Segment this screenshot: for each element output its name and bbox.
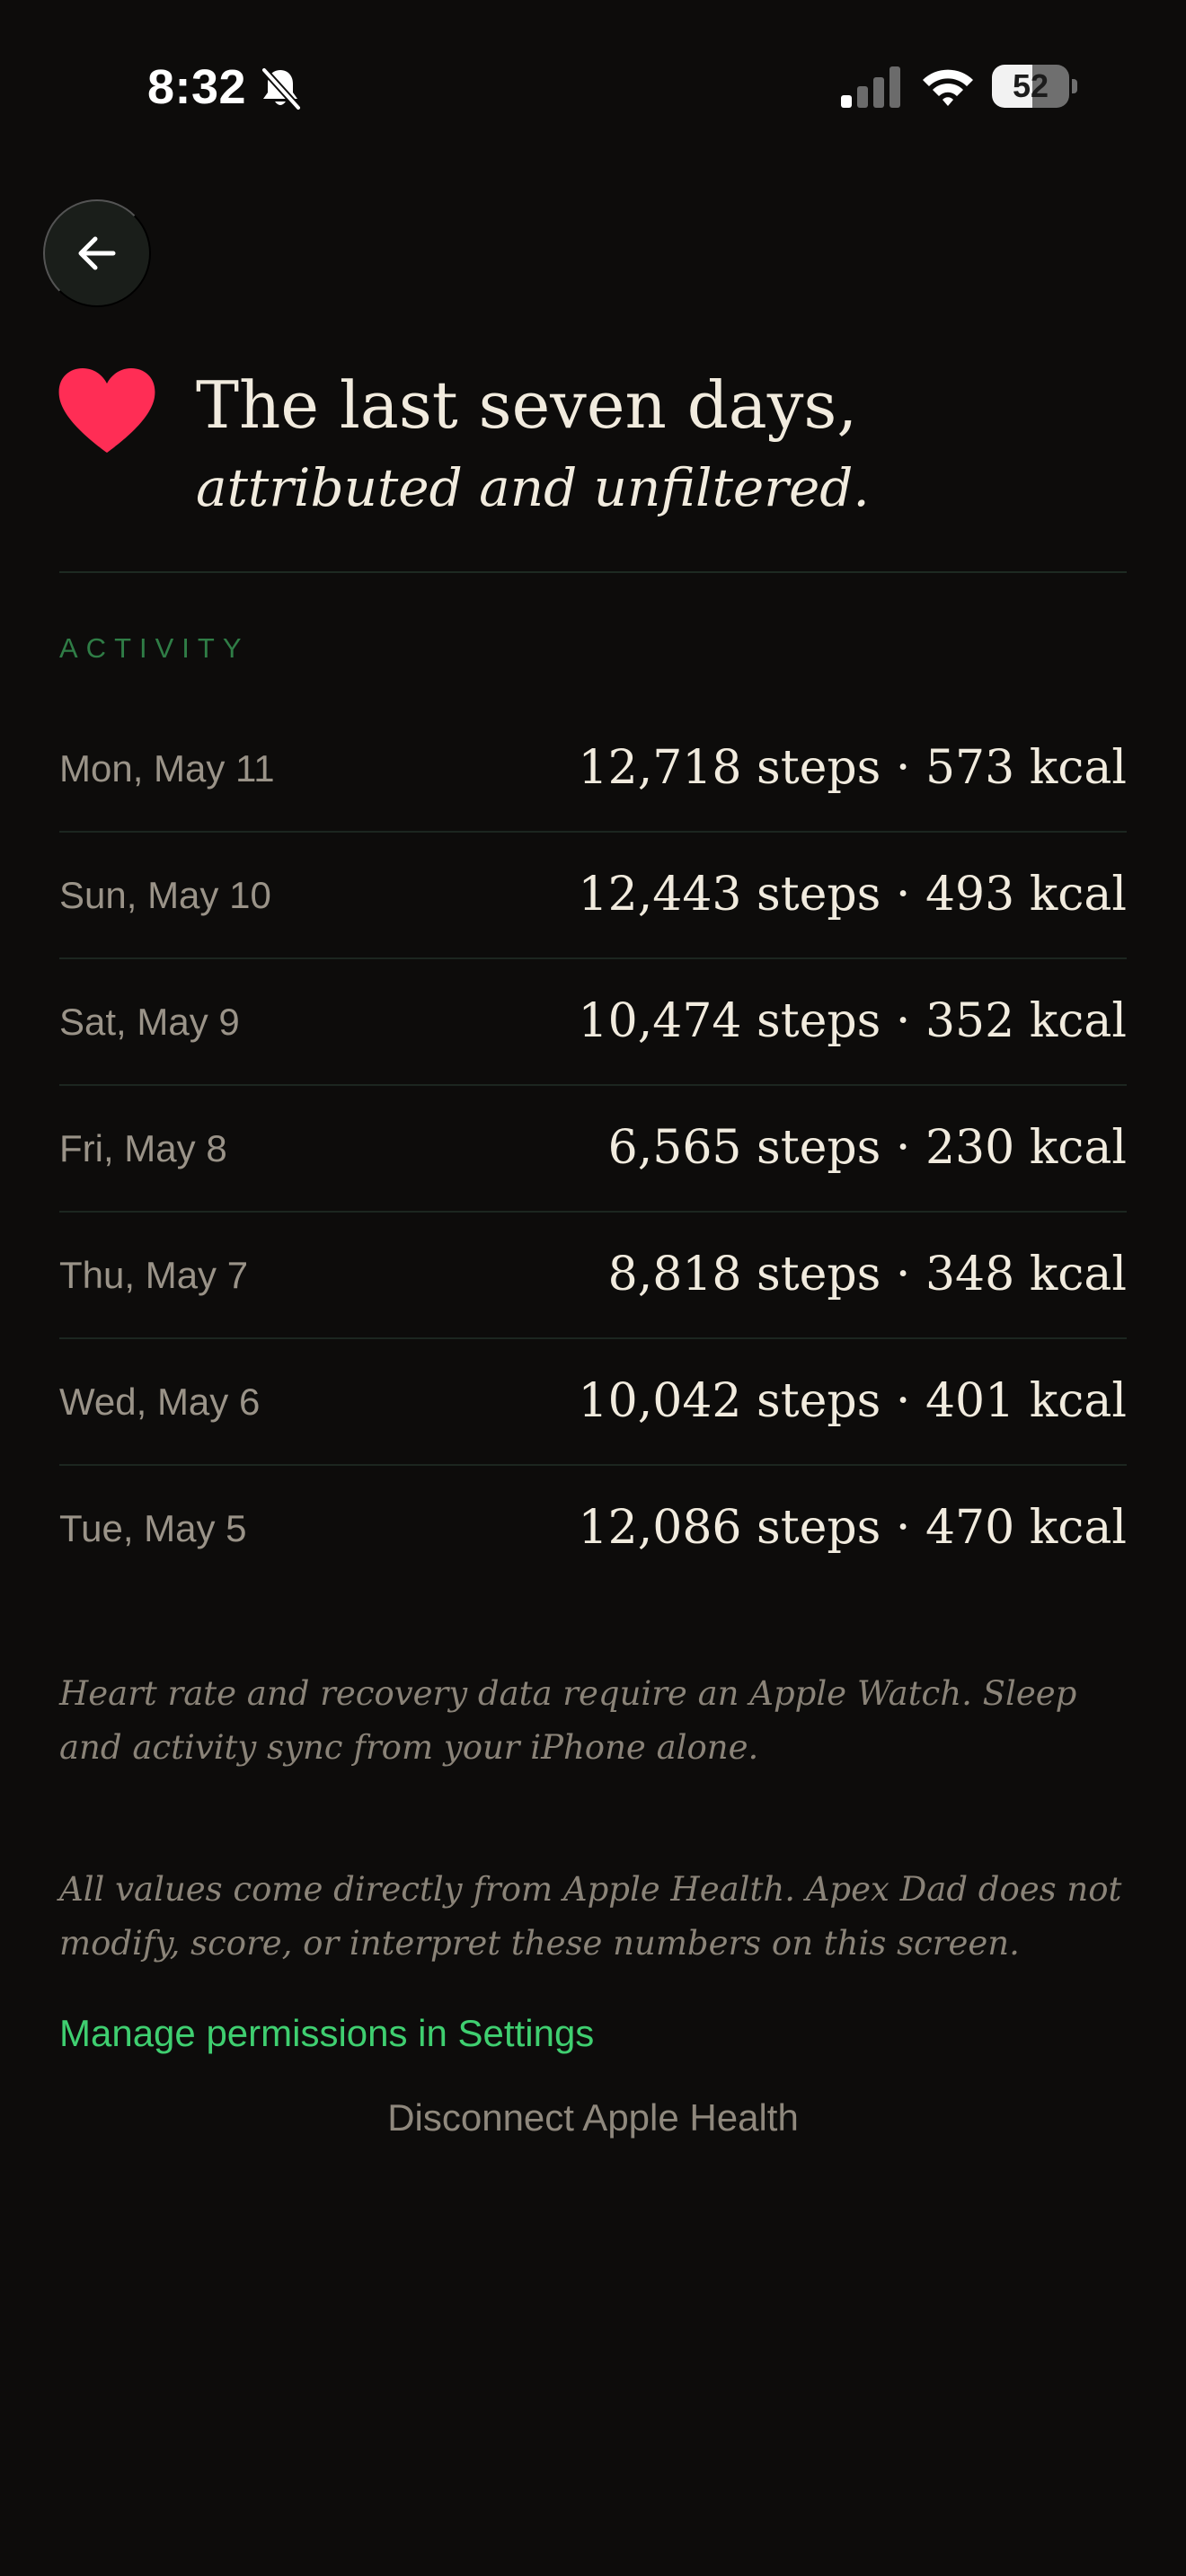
activity-row: Sat, May 9 10,474 steps · 352 kcal: [59, 959, 1127, 1086]
disconnect-apple-health-button[interactable]: Disconnect Apple Health: [0, 2096, 1186, 2139]
divider: [59, 571, 1127, 573]
activity-row: Mon, May 11 12,718 steps · 573 kcal: [59, 706, 1127, 833]
activity-value: 6,565 steps · 230 kcal: [607, 1121, 1127, 1175]
page-subtitle: attributed and unfiltered.: [196, 457, 870, 518]
activity-date: Sat, May 9: [59, 1001, 240, 1043]
manage-permissions-link[interactable]: Manage permissions in Settings: [59, 2012, 594, 2055]
activity-value: 8,818 steps · 348 kcal: [607, 1248, 1127, 1301]
activity-date: Wed, May 6: [59, 1381, 261, 1423]
activity-row: Sun, May 10 12,443 steps · 493 kcal: [59, 833, 1127, 959]
page-title: The last seven days,: [196, 367, 858, 443]
battery-level: 52: [1012, 67, 1049, 104]
battery-indicator: 52: [992, 65, 1078, 108]
activity-date: Mon, May 11: [59, 747, 275, 790]
watch-requirement-note: Heart rate and recovery data require an …: [59, 1674, 1077, 1767]
section-label-activity: ACTIVITY: [59, 632, 250, 664]
activity-row: Wed, May 6 10,042 steps · 401 kcal: [59, 1339, 1127, 1466]
wifi-icon: [923, 69, 973, 106]
activity-date: Sun, May 10: [59, 874, 271, 916]
activity-row: Fri, May 8 6,565 steps · 230 kcal: [59, 1086, 1127, 1213]
activity-date: Fri, May 8: [59, 1127, 227, 1169]
status-bar: 8:32 52: [0, 0, 1186, 171]
heart-icon: [58, 368, 155, 453]
status-time: 8:32: [147, 60, 247, 114]
cellular-signal-icon: [841, 66, 900, 108]
activity-date: Thu, May 7: [59, 1254, 249, 1296]
back-button[interactable]: [43, 199, 151, 307]
data-source-note: All values come directly from Apple Heal…: [59, 1870, 1122, 1963]
activity-value: 12,443 steps · 493 kcal: [578, 868, 1127, 922]
activity-value: 10,042 steps · 401 kcal: [578, 1374, 1127, 1428]
activity-list: Mon, May 11 12,718 steps · 573 kcal Sun,…: [59, 706, 1127, 1592]
activity-row: Thu, May 7 8,818 steps · 348 kcal: [59, 1213, 1127, 1339]
activity-row: Tue, May 5 12,086 steps · 470 kcal: [59, 1466, 1127, 1592]
activity-value: 10,474 steps · 352 kcal: [578, 994, 1127, 1048]
activity-value: 12,086 steps · 470 kcal: [578, 1501, 1127, 1555]
arrow-left-icon: [78, 236, 116, 270]
activity-value: 12,718 steps · 573 kcal: [578, 741, 1127, 795]
bell-slash-icon: [261, 66, 302, 111]
activity-date: Tue, May 5: [59, 1507, 247, 1549]
